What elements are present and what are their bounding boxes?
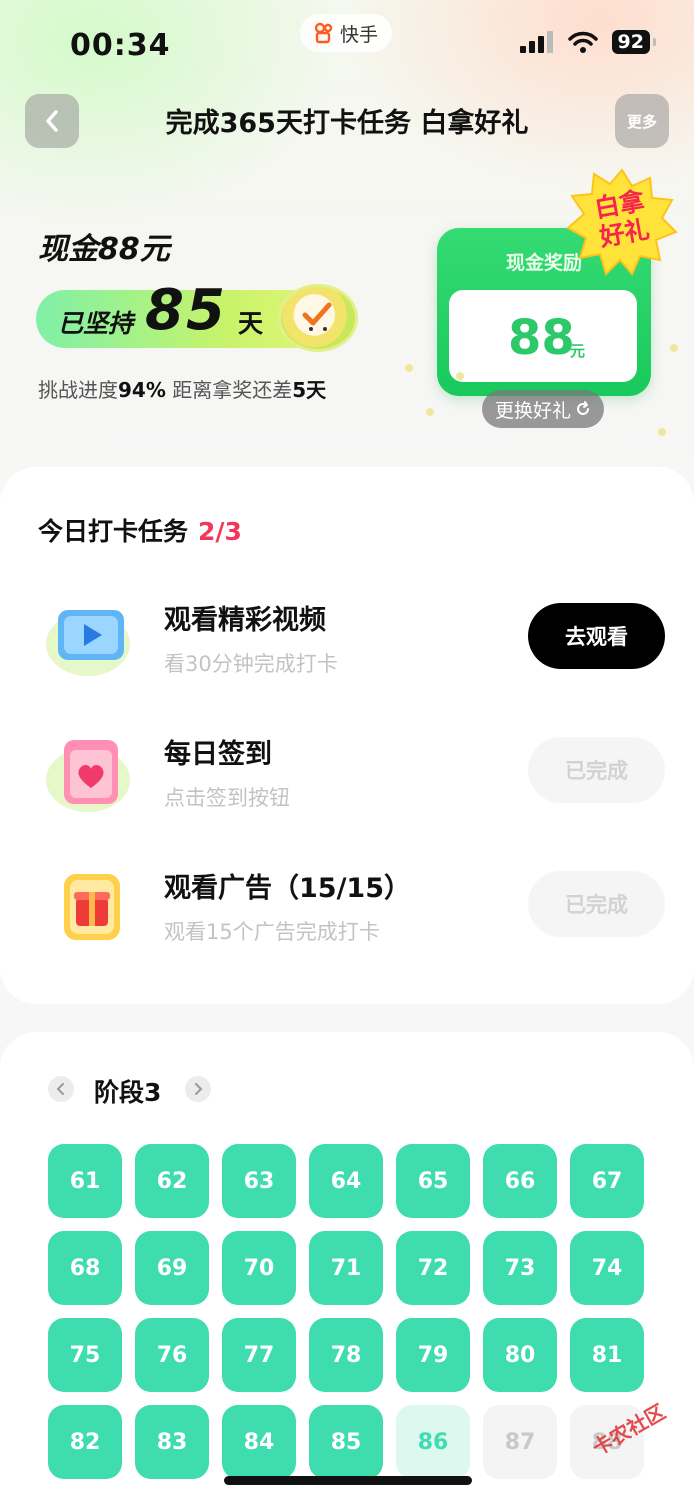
more-button[interactable]: 更多 <box>615 94 669 148</box>
day-cell[interactable]: 66 <box>483 1144 557 1218</box>
signal-icon <box>519 31 553 53</box>
day-cell[interactable]: 73 <box>483 1231 557 1305</box>
sparkle-decoration <box>456 372 464 380</box>
task-count: 2/3 <box>198 517 242 546</box>
progress-label: 挑战进度 <box>38 378 118 402</box>
next-stage-button[interactable] <box>185 1076 211 1102</box>
day-cell[interactable]: 70 <box>222 1231 296 1305</box>
day-cell[interactable]: 72 <box>396 1231 470 1305</box>
day-cell[interactable]: 76 <box>135 1318 209 1392</box>
day-cell[interactable]: 61 <box>48 1144 122 1218</box>
status-time: 00:34 <box>70 28 171 63</box>
day-cell[interactable]: 64 <box>309 1144 383 1218</box>
task-title: 观看广告（15/15） <box>164 873 412 904</box>
day-cell[interactable]: 82 <box>48 1405 122 1479</box>
reward-unit: 元 <box>570 342 586 360</box>
home-indicator[interactable] <box>224 1476 472 1485</box>
swap-gift-button[interactable]: 更换好礼 <box>482 390 604 428</box>
gift-icon <box>64 874 120 940</box>
day-cell[interactable]: 85 <box>309 1405 383 1479</box>
task-title: 每日签到 <box>164 739 272 770</box>
refresh-icon <box>577 401 589 415</box>
sparkle-decoration <box>670 344 678 352</box>
task-title-text: 今日打卡任务 <box>38 517 189 546</box>
task-subtitle: 观看15个广告完成打卡 <box>164 920 380 944</box>
remaining-value: 5天 <box>292 378 327 402</box>
day-cell[interactable]: 81 <box>570 1318 644 1392</box>
day-cell[interactable]: 84 <box>222 1405 296 1479</box>
progress-value: 94% <box>118 378 166 402</box>
day-cell[interactable]: 87 <box>483 1405 557 1479</box>
sparkle-decoration <box>426 408 434 416</box>
task-title: 观看精彩视频 <box>164 605 326 636</box>
kuaishou-logo-icon <box>314 22 333 44</box>
streak-prefix: 已坚持 <box>58 309 134 338</box>
day-cell[interactable]: 71 <box>309 1231 383 1305</box>
mascot-icon <box>278 284 358 352</box>
wifi-icon <box>567 31 598 53</box>
day-cell[interactable]: 63 <box>222 1144 296 1218</box>
checkmark-icon <box>302 302 332 331</box>
day-grid: 61 62 63 64 65 66 67 68 69 70 71 72 73 74 75 76 77 78 79 80… <box>48 1144 648 1479</box>
cash-title: 现金88元 <box>38 232 170 267</box>
day-cell[interactable]: 83 <box>135 1405 209 1479</box>
status-icons: 92 <box>519 30 657 54</box>
watch-video-button[interactable]: 去观看 <box>528 603 665 669</box>
sparkle-decoration <box>658 428 666 436</box>
sparkle-decoration <box>405 364 413 372</box>
day-cell[interactable]: 65 <box>396 1144 470 1218</box>
app-name: 快手 <box>340 23 379 46</box>
day-cell[interactable]: 86 <box>396 1405 470 1479</box>
streak-days: 85 <box>145 278 227 343</box>
streak-suffix: 天 <box>238 309 264 338</box>
day-cell[interactable]: 74 <box>570 1231 644 1305</box>
day-cell[interactable]: 67 <box>570 1144 644 1218</box>
chevron-right-icon <box>195 1083 203 1095</box>
day-cell[interactable]: 62 <box>135 1144 209 1218</box>
day-cell[interactable]: 75 <box>48 1318 122 1392</box>
task-section-title: 今日打卡任务 2/3 <box>38 512 242 548</box>
calendar-heart-icon <box>46 740 130 812</box>
day-cell[interactable]: 79 <box>396 1318 470 1392</box>
app-indicator[interactable]: 快手 <box>300 14 393 52</box>
reward-amount: 88 <box>508 310 575 366</box>
prev-stage-button[interactable] <box>48 1076 74 1102</box>
day-cell[interactable]: 68 <box>48 1231 122 1305</box>
watch-ads-done-button[interactable]: 已完成 <box>528 871 665 937</box>
remaining-label: 距离拿奖还差 <box>172 378 293 402</box>
day-cell[interactable]: 80 <box>483 1318 557 1392</box>
task-subtitle: 看30分钟完成打卡 <box>164 652 338 676</box>
sign-in-done-button[interactable]: 已完成 <box>528 737 665 803</box>
swap-gift-label: 更换好礼 <box>494 399 571 422</box>
battery-indicator: 92 <box>611 30 657 54</box>
day-cell[interactable]: 77 <box>222 1318 296 1392</box>
stage-title: 阶段3 <box>94 1078 162 1107</box>
video-play-icon <box>46 610 130 676</box>
day-cell[interactable]: 78 <box>309 1318 383 1392</box>
progress-text: 挑战进度94% 距离拿奖还差5天 <box>38 374 326 403</box>
day-cell[interactable]: 69 <box>135 1231 209 1305</box>
task-subtitle: 点击签到按钮 <box>164 786 290 810</box>
chevron-left-icon <box>56 1083 64 1095</box>
page-title: 完成365天打卡任务 白拿好礼 <box>165 108 529 139</box>
